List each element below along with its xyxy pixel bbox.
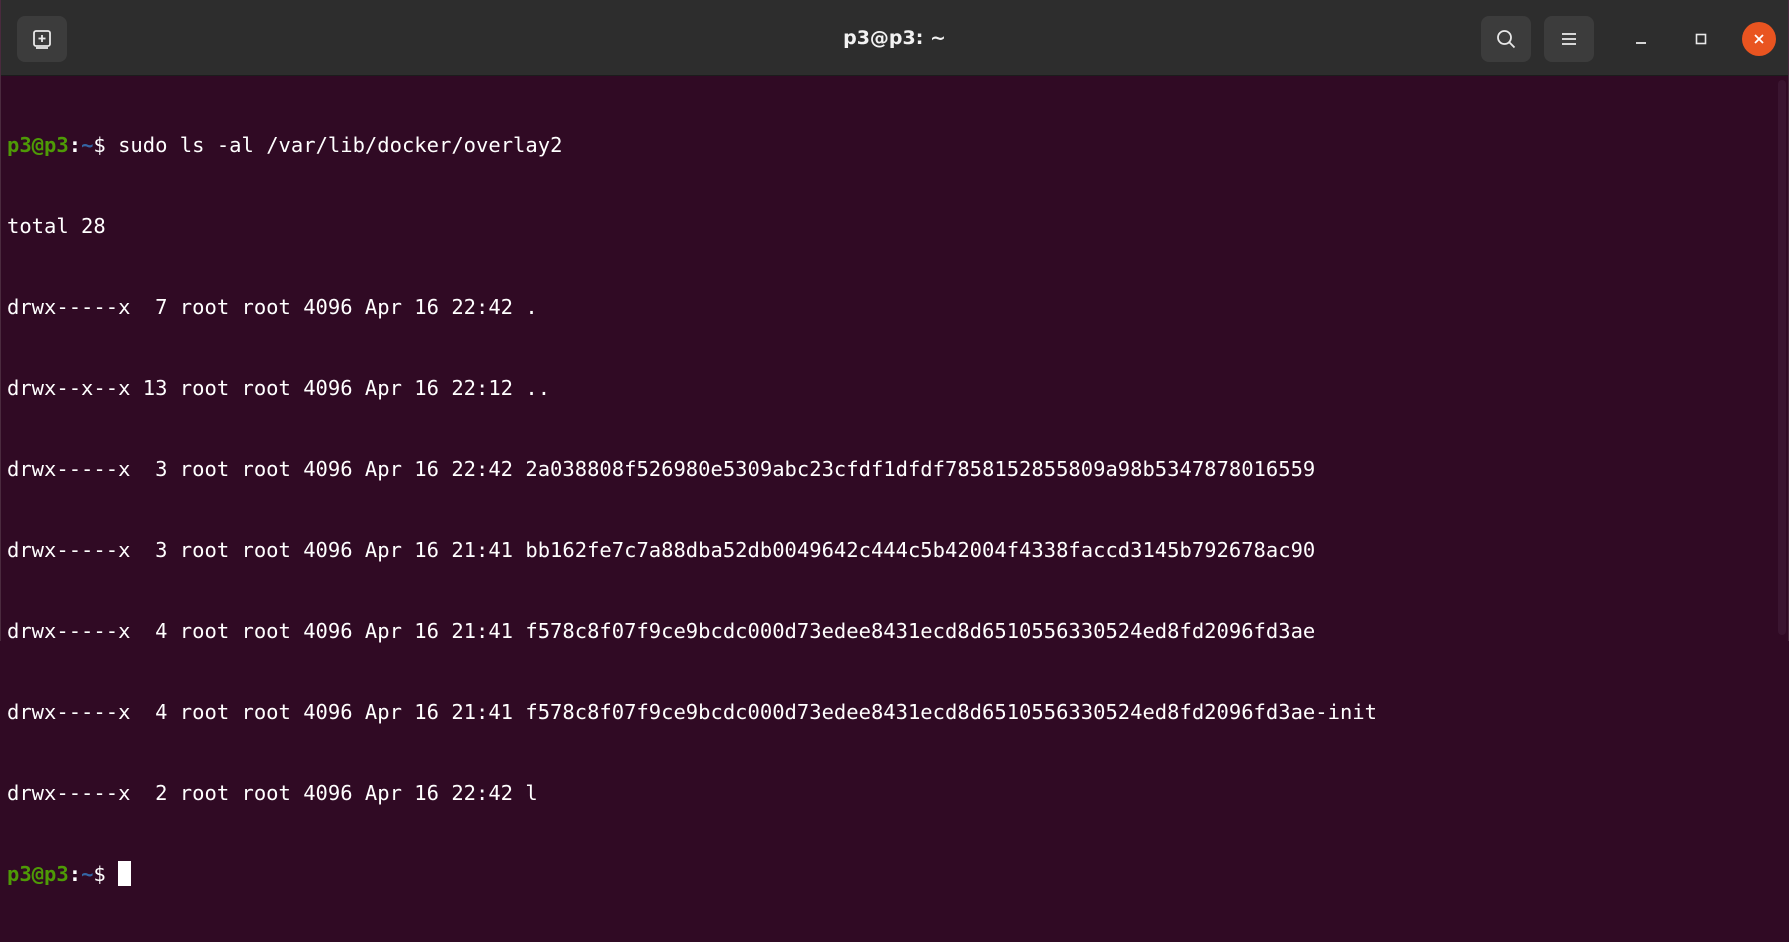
terminal-window: p3@p3: ~ p3@p3:~$ sudo ls -al /var/lib/d… xyxy=(0,0,1789,886)
hamburger-menu-icon xyxy=(1562,33,1576,45)
title-bar[interactable]: p3@p3: ~ xyxy=(1,0,1788,76)
output-line: drwx-----x 4 root root 4096 Apr 16 21:41… xyxy=(7,700,1377,724)
current-prompt-line[interactable]: p3@p3:~$ xyxy=(7,861,1774,888)
command-line: p3@p3:~$ sudo ls -al /var/lib/docker/ove… xyxy=(7,132,1774,159)
search-button[interactable] xyxy=(1481,16,1531,62)
output-line: drwx--x--x 13 root root 4096 Apr 16 22:1… xyxy=(7,376,551,400)
minimize-icon xyxy=(1636,42,1646,44)
prompt-path: ~ xyxy=(81,133,94,157)
prompt-user-host: p3@p3 xyxy=(7,862,69,886)
prompt-symbol: $ xyxy=(93,133,119,157)
prompt-user-host: p3@p3 xyxy=(7,133,69,157)
minimize-button[interactable] xyxy=(1622,20,1660,58)
output-line: total 28 xyxy=(7,214,106,238)
output-line: drwx-----x 7 root root 4096 Apr 16 22:42… xyxy=(7,295,538,319)
search-icon xyxy=(1497,30,1516,49)
prompt-path: ~ xyxy=(81,862,94,886)
new-tab-button[interactable] xyxy=(17,16,67,62)
text-cursor xyxy=(118,861,132,886)
close-button[interactable] xyxy=(1742,22,1776,56)
output-line: drwx-----x 3 root root 4096 Apr 16 21:41… xyxy=(7,538,1316,562)
prompt-separator: : xyxy=(68,133,82,157)
new-tab-icon xyxy=(33,30,51,49)
output-line: drwx-----x 3 root root 4096 Apr 16 22:42… xyxy=(7,457,1316,481)
prompt-symbol: $ xyxy=(93,862,119,886)
prompt-separator: : xyxy=(68,862,82,886)
scrollbar[interactable] xyxy=(1778,80,1786,635)
maximize-icon xyxy=(1695,33,1707,45)
output-line: drwx-----x 2 root root 4096 Apr 16 22:42… xyxy=(7,781,538,805)
maximize-button[interactable] xyxy=(1682,20,1720,58)
menu-button[interactable] xyxy=(1544,16,1594,62)
command-text: sudo ls -al /var/lib/docker/overlay2 xyxy=(118,133,563,157)
terminal-output-area[interactable]: p3@p3:~$ sudo ls -al /var/lib/docker/ove… xyxy=(7,78,1774,886)
close-icon xyxy=(1754,34,1764,44)
